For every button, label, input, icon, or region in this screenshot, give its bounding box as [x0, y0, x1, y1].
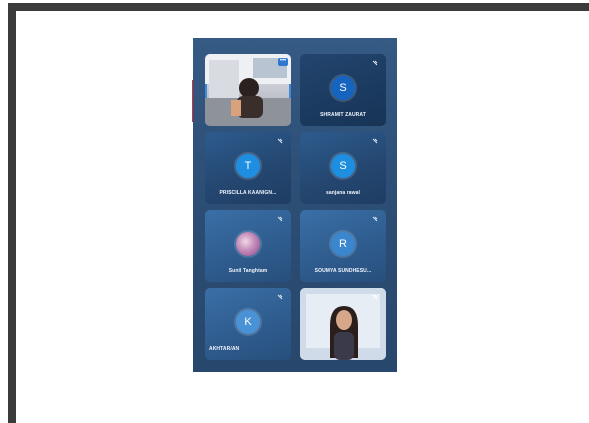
participants-grid-panel: ••• S SHRAMIT ZAURAT T PRISCILLA KAANIGN…: [193, 38, 397, 372]
avatar: T: [236, 154, 260, 178]
participant-tile[interactable]: S sanjana rawal: [300, 132, 386, 204]
pin-icon[interactable]: [372, 138, 378, 144]
more-options-icon[interactable]: •••: [278, 58, 288, 66]
avatar: S: [331, 154, 355, 178]
pin-icon[interactable]: [277, 294, 283, 300]
participant-name: Sunil Tanghtam: [228, 268, 268, 274]
participant-tile[interactable]: Sunil Tanghtam: [205, 210, 291, 282]
participant-name: AKHTAR/AN: [209, 346, 240, 352]
avatar: [236, 232, 260, 256]
avatar: R: [331, 232, 355, 256]
participant-tile-self-video[interactable]: •••: [205, 54, 291, 126]
pin-icon[interactable]: [372, 294, 378, 300]
participant-tile[interactable]: K AKHTAR/AN: [205, 288, 291, 360]
participant-name: PRISCILLA KAANIGN...: [219, 190, 277, 196]
pin-icon[interactable]: [372, 60, 378, 66]
participant-tile[interactable]: R SOUMYA SUNDHESU...: [300, 210, 386, 282]
participant-tile[interactable]: T PRISCILLA KAANIGN...: [205, 132, 291, 204]
participant-name: SHRAMIT ZAURAT: [320, 112, 366, 118]
participant-name: sanjana rawal: [325, 190, 361, 196]
pin-icon[interactable]: [277, 216, 283, 222]
avatar: S: [331, 76, 355, 100]
participant-tile[interactable]: S SHRAMIT ZAURAT: [300, 54, 386, 126]
pin-icon[interactable]: [372, 216, 378, 222]
participant-tile-video[interactable]: [300, 288, 386, 360]
pin-icon[interactable]: [277, 138, 283, 144]
avatar: K: [236, 310, 260, 334]
participant-name: SOUMYA SUNDHESU...: [314, 268, 372, 274]
